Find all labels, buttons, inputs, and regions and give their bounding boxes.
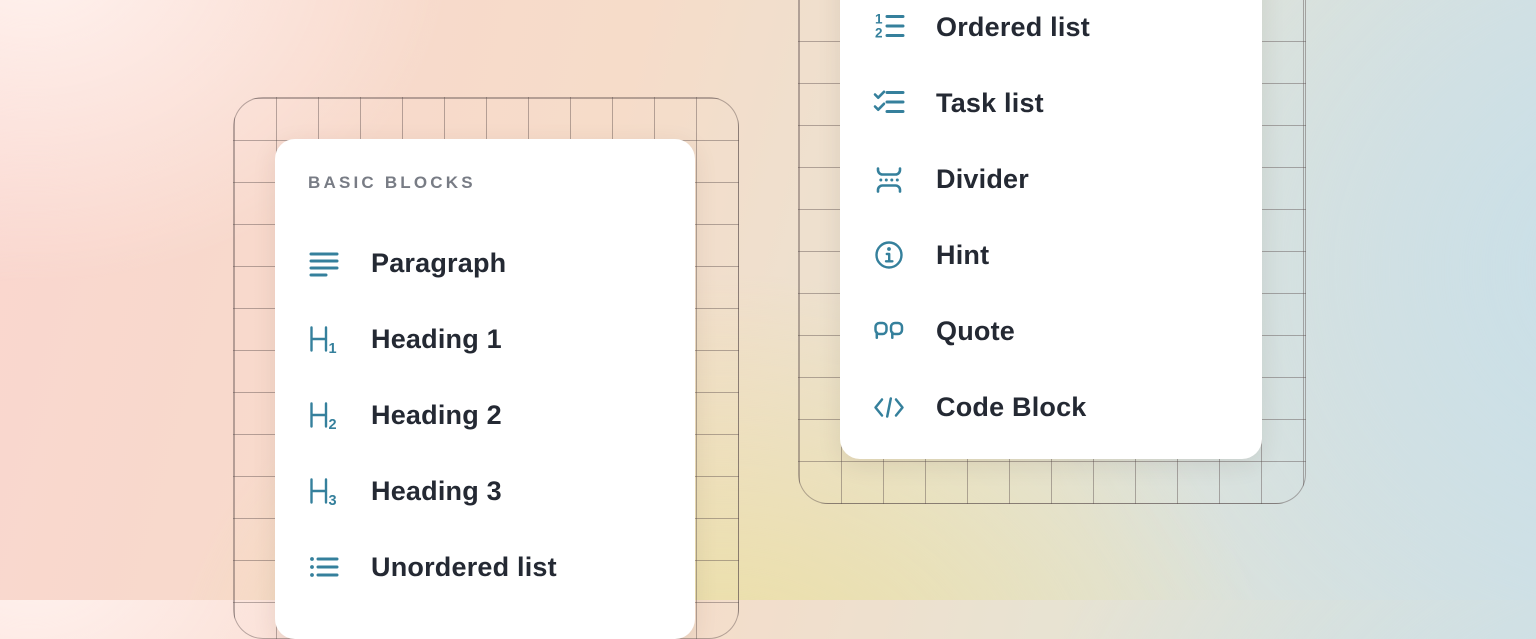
unordered-list-icon xyxy=(307,550,341,584)
code-block-icon xyxy=(872,390,906,424)
menu-item-label: Paragraph xyxy=(371,248,506,279)
svg-text:2: 2 xyxy=(329,417,337,432)
basic-blocks-item-list: Paragraph 1 Heading 1 2 Heading 2 3 Head… xyxy=(275,225,695,605)
section-label-basic-blocks: BASIC BLOCKS xyxy=(308,173,695,193)
menu-item-ordered-list[interactable]: 1 2 Ordered list xyxy=(840,0,1262,65)
svg-text:1: 1 xyxy=(329,341,337,356)
menu-item-label: Divider xyxy=(936,164,1029,195)
svg-text:1: 1 xyxy=(875,12,883,27)
more-blocks-item-list: 1 2 Ordered list Task list Divider Hint Q… xyxy=(840,0,1262,445)
menu-item-label: Quote xyxy=(936,316,1015,347)
menu-item-label: Unordered list xyxy=(371,552,557,583)
ordered-list-icon: 1 2 xyxy=(872,10,906,44)
svg-text:2: 2 xyxy=(875,26,883,41)
menu-item-heading-1[interactable]: 1 Heading 1 xyxy=(275,301,695,377)
heading-3-icon: 3 xyxy=(307,474,341,508)
task-list-icon xyxy=(872,86,906,120)
menu-item-task-list[interactable]: Task list xyxy=(840,65,1262,141)
heading-1-icon: 1 xyxy=(307,322,341,356)
menu-item-unordered-list[interactable]: Unordered list xyxy=(275,529,695,605)
menu-item-heading-2[interactable]: 2 Heading 2 xyxy=(275,377,695,453)
paragraph-icon xyxy=(307,246,341,280)
block-menu-card-more-blocks: 1 2 Ordered list Task list Divider Hint Q… xyxy=(840,0,1262,459)
menu-item-divider[interactable]: Divider xyxy=(840,141,1262,217)
hint-icon xyxy=(872,238,906,272)
block-menu-card-basic-blocks: BASIC BLOCKS Paragraph 1 Heading 1 2 Hea… xyxy=(275,139,695,639)
menu-item-heading-3[interactable]: 3 Heading 3 xyxy=(275,453,695,529)
divider-icon xyxy=(872,162,906,196)
heading-2-icon: 2 xyxy=(307,398,341,432)
menu-item-quote[interactable]: Quote xyxy=(840,293,1262,369)
quote-icon xyxy=(872,314,906,348)
menu-item-code-block[interactable]: Code Block xyxy=(840,369,1262,445)
menu-item-paragraph[interactable]: Paragraph xyxy=(275,225,695,301)
menu-item-hint[interactable]: Hint xyxy=(840,217,1262,293)
svg-text:3: 3 xyxy=(329,493,337,508)
menu-item-label: Ordered list xyxy=(936,12,1090,43)
menu-item-label: Code Block xyxy=(936,392,1087,423)
menu-item-label: Hint xyxy=(936,240,989,271)
menu-item-label: Heading 1 xyxy=(371,324,502,355)
menu-item-label: Heading 3 xyxy=(371,476,502,507)
menu-item-label: Heading 2 xyxy=(371,400,502,431)
menu-item-label: Task list xyxy=(936,88,1044,119)
